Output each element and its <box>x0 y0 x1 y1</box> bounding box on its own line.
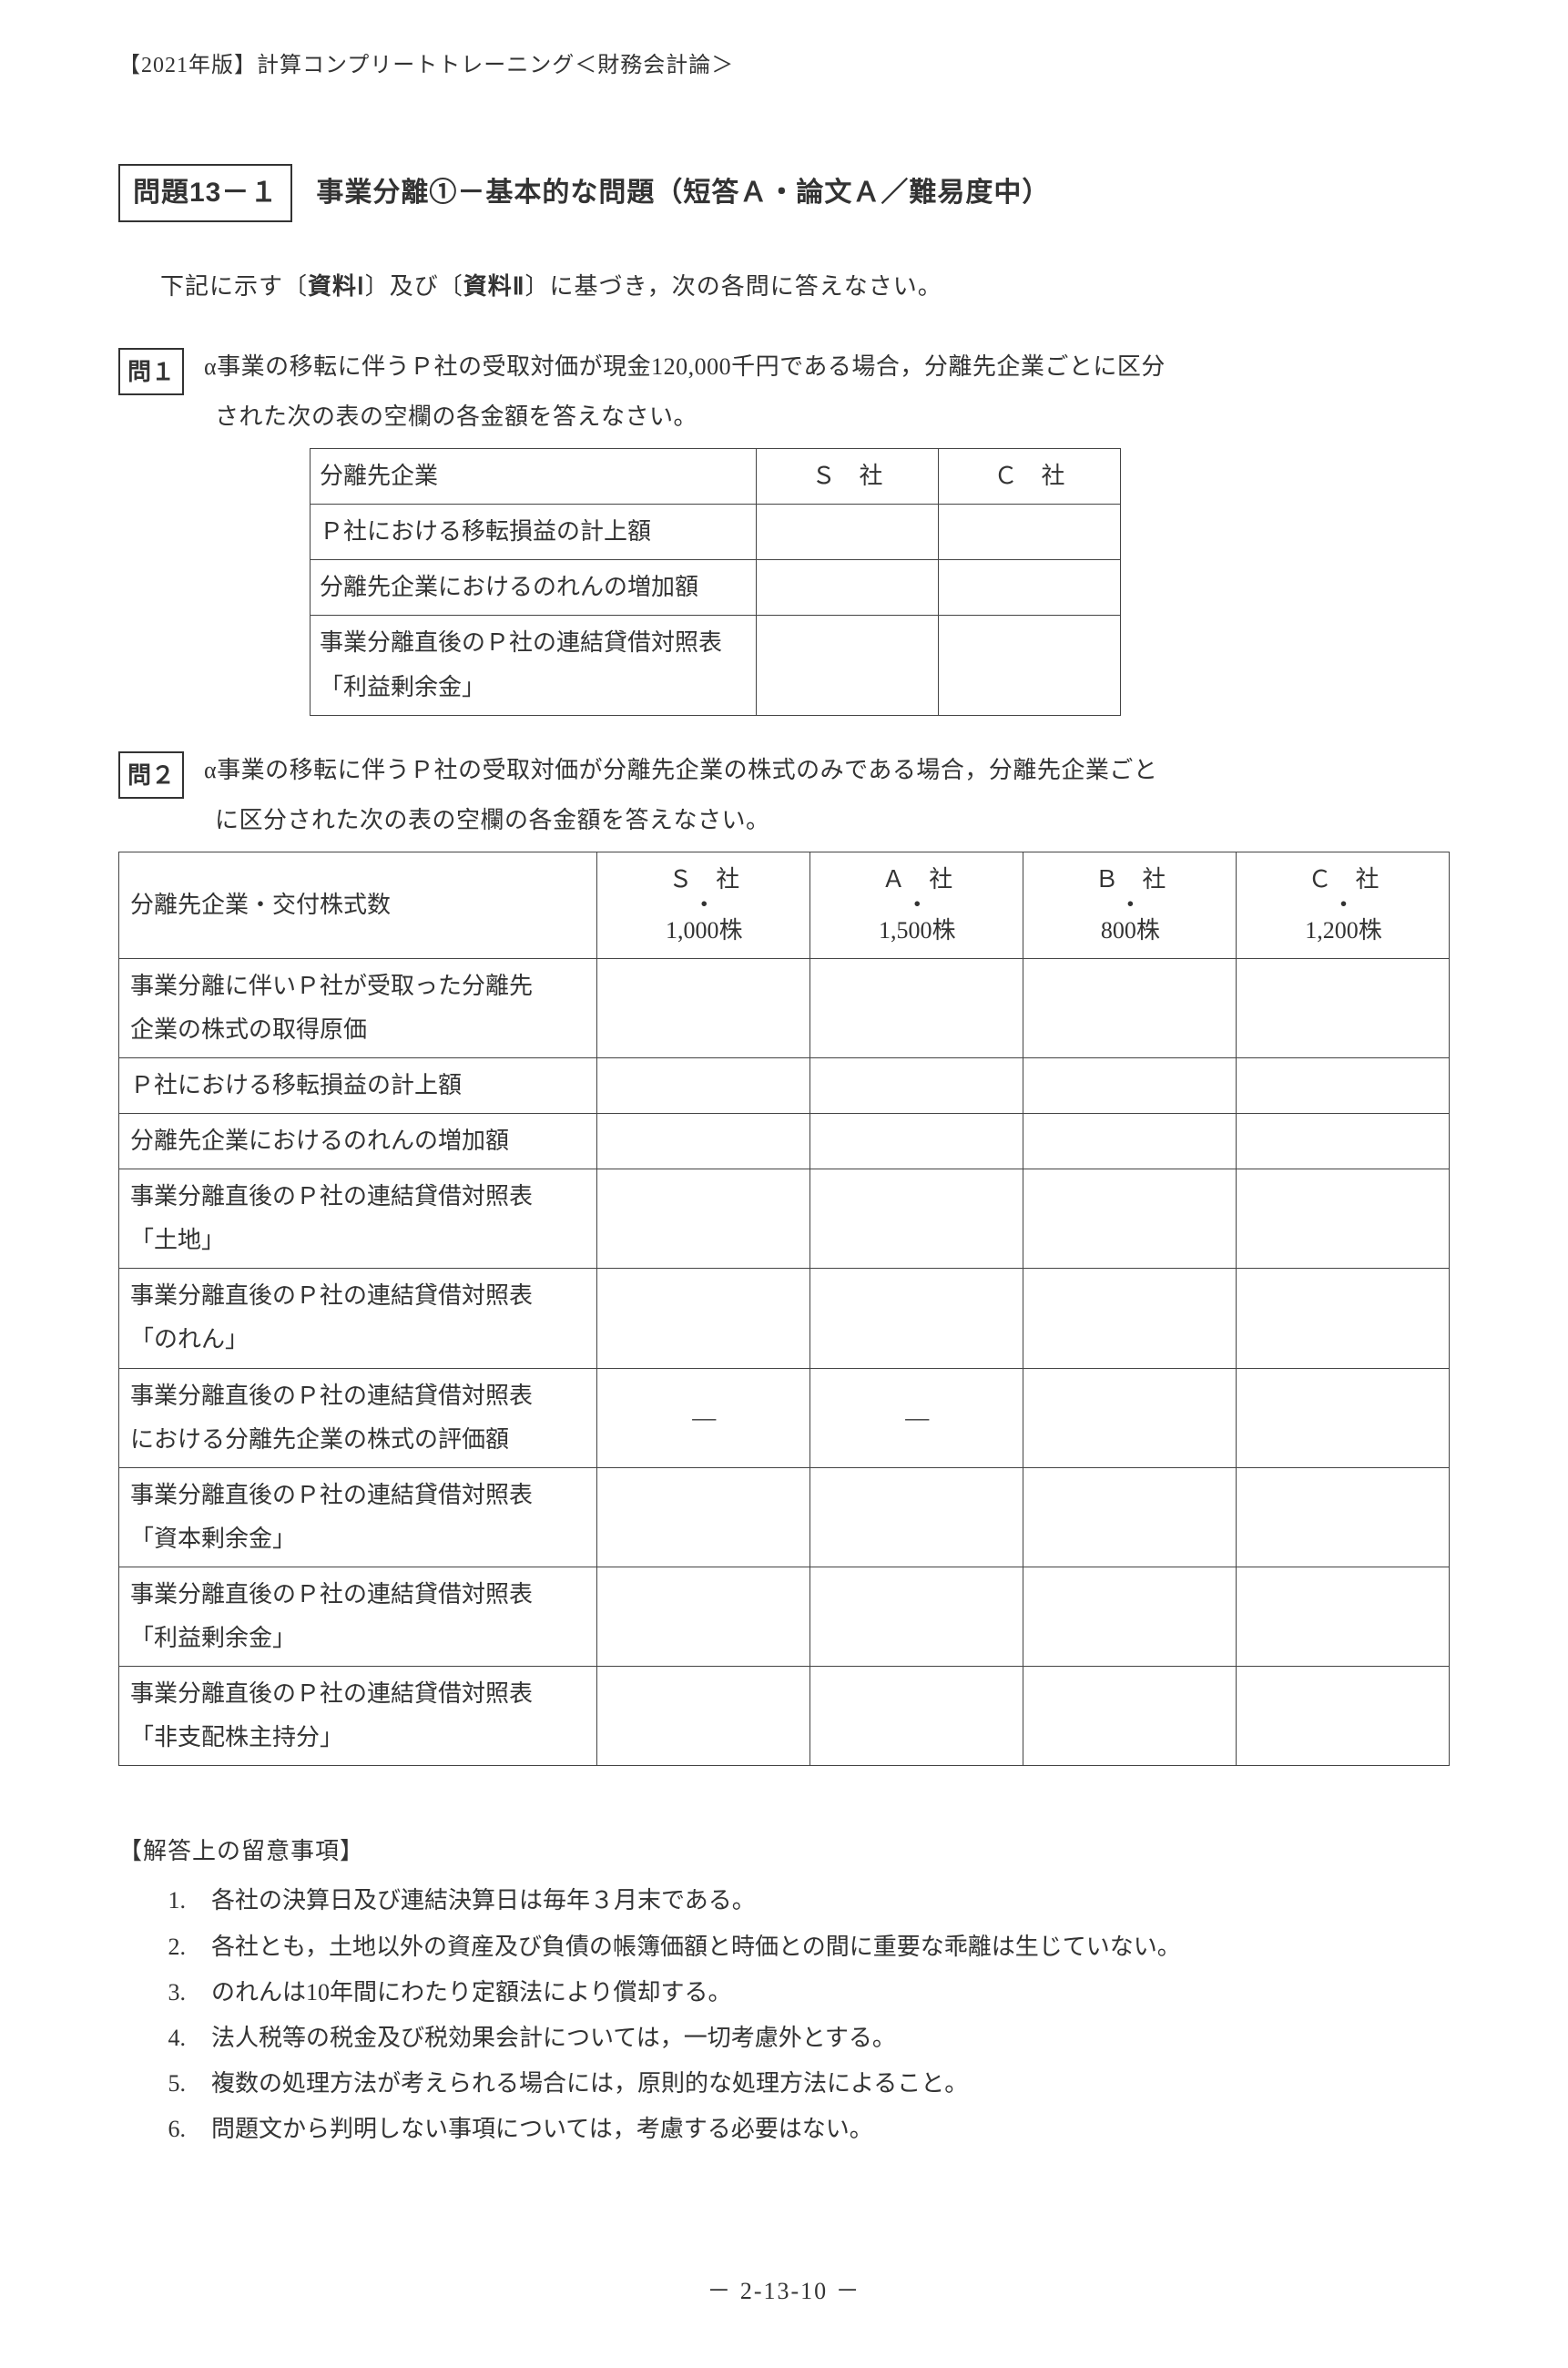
t2-r2-label: 分離先企業におけるのれんの増加額 <box>119 1114 597 1169</box>
t2-r7-c0 <box>596 1567 809 1666</box>
q1-line1: α事業の移転に伴うＰ社の受取対価が現金120,000千円である場合，分離先企業ご… <box>204 345 1450 389</box>
q1-num-box: 問１ <box>118 348 184 395</box>
question-2: 問２ α事業の移転に伴うＰ社の受取対価が分離先企業の株式のみである場合，分離先企… <box>118 749 1450 1767</box>
note-item-2: 2.各社とも，土地以外の資産及び負債の帳簿価額と時価との間に重要な乖離は生じてい… <box>155 1925 1450 1969</box>
t2-h0: 分離先企業・交付株式数 <box>119 852 597 958</box>
notes-block: 【解答上の留意事項】 1.各社の決算日及び連結決算日は毎年３月末である。2.各社… <box>118 1830 1450 2151</box>
intro-text: 下記に示す〔資料Ⅰ〕及び〔資料Ⅱ〕に基づき，次の各問に答えなさい。 <box>160 264 1450 309</box>
t2-r3-c3 <box>1236 1169 1449 1269</box>
t2-r0-c2 <box>1023 958 1236 1057</box>
t1-h0: 分離先企業 <box>311 449 757 505</box>
q2-num-box: 問２ <box>118 751 184 799</box>
t2-r5-c3 <box>1236 1368 1449 1467</box>
t2-r8-label: 事業分離直後のＰ社の連結貸借対照表「非支配株主持分」 <box>119 1667 597 1766</box>
t2-r4-c2 <box>1023 1269 1236 1368</box>
t2-r4-c1 <box>809 1269 1023 1368</box>
t2-r4-c3 <box>1236 1269 1449 1368</box>
t2-r0-c1 <box>809 958 1023 1057</box>
t2-r3-label: 事業分離直後のＰ社の連結貸借対照表「土地」 <box>119 1169 597 1269</box>
t1-r1-label: Ｐ社における移転損益の計上額 <box>311 505 757 560</box>
t2-r8-c1 <box>809 1667 1023 1766</box>
title-row: 問題13－１ 事業分離①－基本的な問題（短答Ａ・論文Ａ／難易度中） <box>118 164 1450 222</box>
t2-r2-c1 <box>809 1114 1023 1169</box>
note-item-5: 5.複数の処理方法が考えられる場合には，原則的な処理方法によること。 <box>155 2062 1450 2106</box>
t2-r0-c3 <box>1236 958 1449 1057</box>
t2-r1-c3 <box>1236 1058 1449 1114</box>
t2-r1-label: Ｐ社における移転損益の計上額 <box>119 1058 597 1114</box>
t1-r2-c2 <box>939 560 1121 616</box>
t2-r0-c0 <box>596 958 809 1057</box>
t1-r3b: 「利益剰余金」 <box>320 674 485 700</box>
notes-list: 1.各社の決算日及び連結決算日は毎年３月末である。2.各社とも，土地以外の資産及… <box>155 1879 1450 2151</box>
intro-pre: 下記に示す〔 <box>160 273 308 300</box>
t1-r3a: 事業分離直後のＰ社の連結貸借対照表 <box>320 629 722 656</box>
t2-r7-c2 <box>1023 1567 1236 1666</box>
t1-h2: Ｃ 社 <box>939 449 1121 505</box>
t2-r1-c1 <box>809 1058 1023 1114</box>
note-item-4: 4.法人税等の税金及び税効果会計については，一切考慮外とする。 <box>155 2016 1450 2060</box>
t2-r8-c0 <box>596 1667 809 1766</box>
table-1: 分離先企業 Ｓ 社 Ｃ 社 Ｐ社における移転損益の計上額 分離先企業におけるのれ… <box>310 448 1121 715</box>
notes-title: 【解答上の留意事項】 <box>118 1830 1450 1873</box>
problem-number-box: 問題13－１ <box>118 164 292 222</box>
title-text: 事業分離①－基本的な問題（短答Ａ・論文Ａ／難易度中） <box>316 168 1050 219</box>
t2-r6-c2 <box>1023 1467 1236 1567</box>
t2-r4-label: 事業分離直後のＰ社の連結貸借対照表「のれん」 <box>119 1269 597 1368</box>
t2-r3-c2 <box>1023 1169 1236 1269</box>
t2-r5-c0: ― <box>596 1368 809 1467</box>
t2-r3-c1 <box>809 1169 1023 1269</box>
t1-r1-c1 <box>757 505 939 560</box>
t2-r7-c3 <box>1236 1567 1449 1666</box>
t1-r1-c2 <box>939 505 1121 560</box>
t2-r7-label: 事業分離直後のＰ社の連結貸借対照表「利益剰余金」 <box>119 1567 597 1666</box>
t2-col-3: Ｃ 社・1,200株 <box>1236 852 1449 958</box>
q1-line2: された次の表の空欄の各金額を答えなさい。 <box>215 395 1450 439</box>
t2-r7-c1 <box>809 1567 1023 1666</box>
intro-bold-1: 資料Ⅰ <box>308 272 365 300</box>
note-item-3: 3.のれんは10年間にわたり定額法により償却する。 <box>155 1971 1450 2015</box>
intro-bold-2: 資料Ⅱ <box>463 272 525 300</box>
t2-r3-c0 <box>596 1169 809 1269</box>
t2-r4-c0 <box>596 1269 809 1368</box>
t1-r3-label: 事業分離直後のＰ社の連結貸借対照表 「利益剰余金」 <box>311 616 757 715</box>
page-header: 【2021年版】計算コンプリートトレーニング＜財務会計論＞ <box>118 46 1450 86</box>
t2-r8-c3 <box>1236 1667 1449 1766</box>
q2-line1: α事業の移転に伴うＰ社の受取対価が分離先企業の株式のみである場合，分離先企業ごと <box>204 749 1450 792</box>
t2-r8-c2 <box>1023 1667 1236 1766</box>
t2-r5-label: 事業分離直後のＰ社の連結貸借対照表における分離先企業の株式の評価額 <box>119 1368 597 1467</box>
intro-mid: 〕及び〔 <box>365 273 463 300</box>
t1-r3-c1 <box>757 616 939 715</box>
t1-r2-c1 <box>757 560 939 616</box>
t2-r1-c2 <box>1023 1058 1236 1114</box>
t2-r2-c3 <box>1236 1114 1449 1169</box>
table-2: 分離先企業・交付株式数 Ｓ 社・1,000株Ａ 社・1,500株Ｂ 社・800株… <box>118 852 1450 1766</box>
t2-r2-c2 <box>1023 1114 1236 1169</box>
t2-r6-c3 <box>1236 1467 1449 1567</box>
t1-r3-c2 <box>939 616 1121 715</box>
t1-r2-label: 分離先企業におけるのれんの増加額 <box>311 560 757 616</box>
intro-post: 〕に基づき，次の各問に答えなさい。 <box>525 273 942 300</box>
t2-col-0: Ｓ 社・1,000株 <box>596 852 809 958</box>
t2-r6-label: 事業分離直後のＰ社の連結貸借対照表「資本剰余金」 <box>119 1467 597 1567</box>
t2-col-1: Ａ 社・1,500株 <box>809 852 1023 958</box>
q2-line2: に区分された次の表の空欄の各金額を答えなさい。 <box>215 799 1450 842</box>
question-1: 問１ α事業の移転に伴うＰ社の受取対価が現金120,000千円である場合，分離先… <box>118 345 1450 716</box>
t2-r6-c0 <box>596 1467 809 1567</box>
t2-r2-c0 <box>596 1114 809 1169</box>
t2-col-2: Ｂ 社・800株 <box>1023 852 1236 958</box>
page-footer: － 2-13-10 － <box>118 2270 1450 2313</box>
t2-r6-c1 <box>809 1467 1023 1567</box>
t2-r0-label: 事業分離に伴いＰ社が受取った分離先企業の株式の取得原価 <box>119 958 597 1057</box>
note-item-6: 6.問題文から判明しない事項については，考慮する必要はない。 <box>155 2108 1450 2151</box>
t1-h1: Ｓ 社 <box>757 449 939 505</box>
t2-r5-c1: ― <box>809 1368 1023 1467</box>
t2-r5-c2 <box>1023 1368 1236 1467</box>
t2-r1-c0 <box>596 1058 809 1114</box>
note-item-1: 1.各社の決算日及び連結決算日は毎年３月末である。 <box>155 1879 1450 1923</box>
